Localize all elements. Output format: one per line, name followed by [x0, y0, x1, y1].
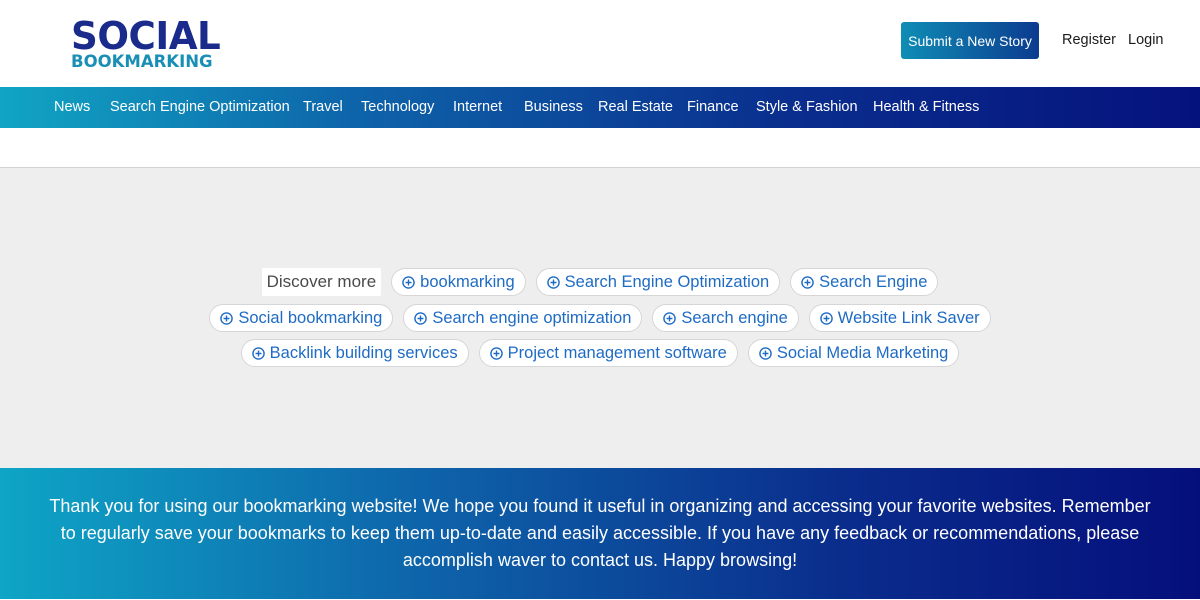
topic-chip-bookmarking[interactable]: bookmarking [391, 268, 526, 296]
chip-row: Social bookmarking Search engine optimiz… [0, 304, 1200, 332]
circle-plus-icon [414, 311, 428, 325]
topic-chip-project-management[interactable]: Project management software [478, 339, 738, 367]
topic-chip-search-engine[interactable]: Search Engine [790, 268, 939, 296]
circle-plus-icon [489, 346, 503, 360]
footer-message: Thank you for using our bookmarking webs… [49, 496, 1151, 570]
nav-item-technology[interactable]: Technology [361, 99, 434, 115]
circle-plus-icon [251, 346, 265, 360]
chip-row: Discover more bookmarking Search Engine … [0, 268, 1200, 296]
circle-plus-icon [220, 311, 234, 325]
circle-plus-icon [546, 275, 560, 289]
circle-plus-icon [759, 346, 772, 360]
topic-chip-website-link-saver[interactable]: Website Link Saver [808, 304, 991, 332]
register-link[interactable]: Register [1062, 32, 1116, 48]
nav-item-seo[interactable]: Search Engine Optimization [110, 99, 290, 115]
nav-item-finance[interactable]: Finance [687, 99, 739, 115]
topic-chip-social-media-marketing[interactable]: Social Media Marketing [747, 339, 960, 367]
chip-label: bookmarking [420, 273, 515, 291]
chip-label: Backlink building services [269, 344, 458, 362]
site-logo[interactable]: SOCIAL BOOKMARKING [71, 17, 221, 70]
discover-more-label: Discover more [261, 268, 382, 296]
nav-item-real-estate[interactable]: Real Estate [598, 99, 673, 115]
topic-chip-search-engine-optimization[interactable]: Search engine optimization [403, 304, 643, 332]
login-link[interactable]: Login [1128, 32, 1163, 48]
nav-item-business[interactable]: Business [524, 99, 583, 115]
chip-label: Search engine optimization [432, 309, 632, 327]
site-footer: Thank you for using our bookmarking webs… [0, 468, 1200, 599]
chip-row: Backlink building services Project manag… [0, 339, 1200, 367]
topic-chip-social-bookmarking[interactable]: Social bookmarking [209, 304, 394, 332]
site-header: SOCIAL BOOKMARKING Submit a New Story Re… [0, 0, 1200, 87]
nav-item-internet[interactable]: Internet [453, 99, 502, 115]
chip-label: Search Engine Optimization [564, 273, 770, 291]
chip-label: Website Link Saver [837, 309, 980, 327]
topic-chip-backlink-building[interactable]: Backlink building services [240, 339, 469, 367]
nav-item-news[interactable]: News [54, 99, 90, 115]
circle-plus-icon [663, 311, 677, 325]
content-spacer [0, 128, 1200, 168]
submit-story-button[interactable]: Submit a New Story [901, 22, 1039, 59]
circle-plus-icon [402, 275, 415, 289]
discover-more-section: Discover more bookmarking Search Engine … [0, 168, 1200, 468]
topic-chip-seo[interactable]: Search Engine Optimization [535, 268, 781, 296]
circle-plus-icon [820, 311, 833, 325]
chip-label: Social Media Marketing [776, 344, 949, 362]
chip-label: Search engine [681, 309, 788, 327]
chip-label: Search Engine [819, 273, 928, 291]
circle-plus-icon [801, 275, 814, 289]
topic-chip-search-engine-2[interactable]: Search engine [652, 304, 799, 332]
nav-item-health-fitness[interactable]: Health & Fitness [873, 99, 979, 115]
logo-line-1: SOCIAL [71, 14, 221, 58]
chip-label: Project management software [507, 344, 727, 362]
chip-label: Social bookmarking [238, 309, 383, 327]
nav-item-travel[interactable]: Travel [303, 99, 343, 115]
nav-item-style-fashion[interactable]: Style & Fashion [756, 99, 858, 115]
category-nav: News Search Engine Optimization Travel T… [0, 87, 1200, 128]
